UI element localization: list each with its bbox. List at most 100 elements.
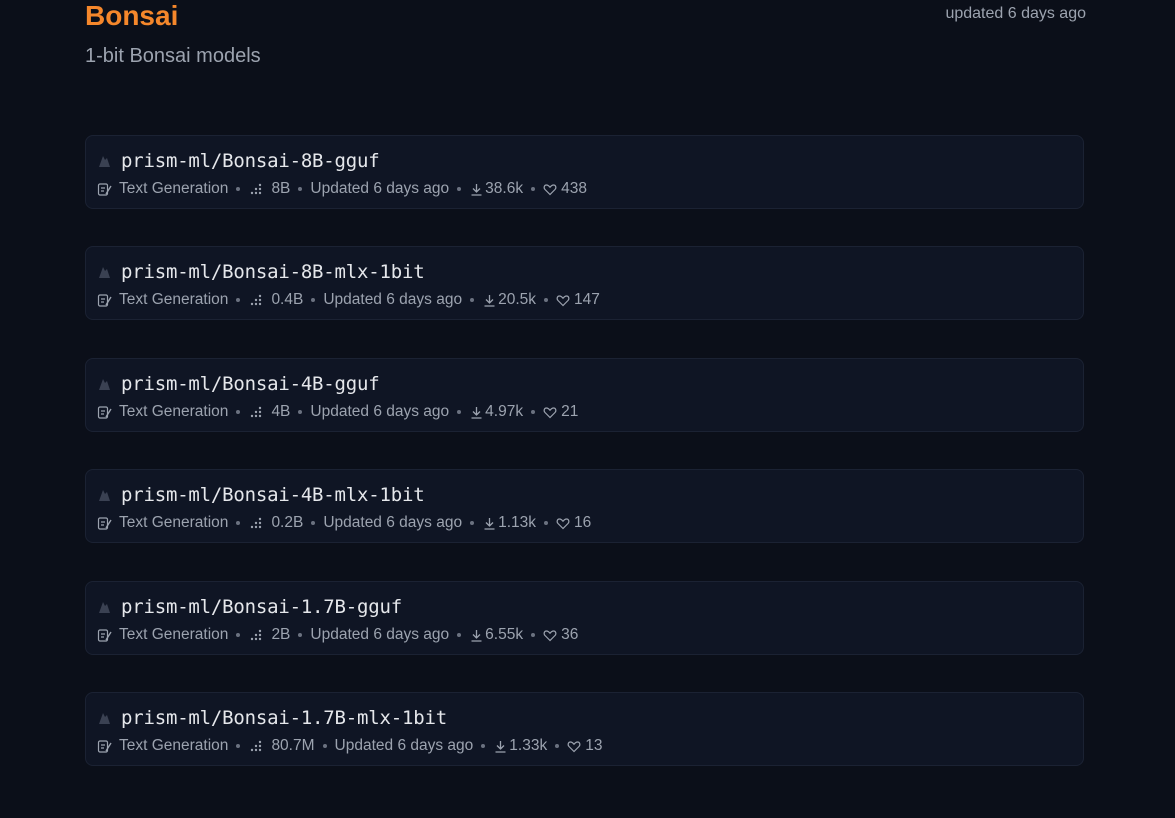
model-card[interactable]: prism-ml/Bonsai-4B-mlx-1bit Text Generat… xyxy=(85,469,1084,543)
separator-dot xyxy=(544,521,548,525)
separator-dot xyxy=(531,410,536,414)
collection-updated: updated 6 days ago xyxy=(945,5,1086,22)
separator-dot xyxy=(298,187,303,191)
updated-label: Updated 6 days ago xyxy=(310,626,450,643)
updated-label: Updated 6 days ago xyxy=(323,514,463,531)
separator-dot xyxy=(531,187,536,191)
org-avatar-icon xyxy=(96,153,112,169)
text-generation-icon xyxy=(96,292,112,308)
parameters-icon xyxy=(248,292,264,308)
likes-count: 21 xyxy=(561,403,579,420)
params-label: 0.4B xyxy=(271,291,304,308)
model-name[interactable]: prism-ml/Bonsai-8B-mlx-1bit xyxy=(121,261,425,283)
heart-icon[interactable] xyxy=(567,739,581,753)
text-generation-icon xyxy=(96,738,112,754)
separator-dot xyxy=(470,298,475,302)
separator-dot xyxy=(470,521,475,525)
updated-label: Updated 6 days ago xyxy=(310,180,450,197)
separator-dot xyxy=(236,521,241,525)
model-card[interactable]: prism-ml/Bonsai-8B-gguf Text Generation … xyxy=(85,135,1084,209)
text-generation-icon xyxy=(96,181,112,197)
text-generation-icon xyxy=(96,404,112,420)
task-label: Text Generation xyxy=(119,403,229,420)
parameters-icon xyxy=(248,404,264,420)
params-label: 4B xyxy=(271,403,291,420)
parameters-icon xyxy=(248,738,264,754)
parameters-icon xyxy=(248,627,264,643)
downloads-count: 20.5k xyxy=(498,291,536,308)
collection-subtitle: 1-bit Bonsai models xyxy=(85,45,261,67)
separator-dot xyxy=(236,187,241,191)
task-label: Text Generation xyxy=(119,514,229,531)
collection-title: Bonsai xyxy=(85,0,179,31)
model-name[interactable]: prism-ml/Bonsai-8B-gguf xyxy=(121,150,380,172)
params-label: 0.2B xyxy=(271,514,304,531)
text-generation-icon xyxy=(96,627,112,643)
likes-count: 16 xyxy=(574,514,592,531)
download-icon xyxy=(469,405,483,419)
separator-dot xyxy=(311,298,316,302)
likes-count: 13 xyxy=(585,737,603,754)
separator-dot xyxy=(236,298,241,302)
text-generation-icon xyxy=(96,515,112,531)
model-name[interactable]: prism-ml/Bonsai-1.7B-mlx-1bit xyxy=(121,707,447,729)
download-icon xyxy=(469,628,483,642)
model-name[interactable]: prism-ml/Bonsai-1.7B-gguf xyxy=(121,596,402,618)
params-label: 80.7M xyxy=(271,737,315,754)
collection-page: Bonsai updated 6 days ago 1-bit Bonsai m… xyxy=(0,0,1175,818)
updated-label: Updated 6 days ago xyxy=(310,403,450,420)
separator-dot xyxy=(236,744,241,748)
separator-dot xyxy=(298,410,303,414)
separator-dot xyxy=(236,633,241,637)
separator-dot xyxy=(236,410,241,414)
model-card[interactable]: prism-ml/Bonsai-1.7B-gguf Text Generatio… xyxy=(85,581,1084,655)
org-avatar-icon xyxy=(96,264,112,280)
downloads-count: 4.97k xyxy=(485,403,524,420)
separator-dot xyxy=(531,633,536,637)
parameters-icon xyxy=(248,515,264,531)
task-label: Text Generation xyxy=(119,180,229,197)
org-avatar-icon xyxy=(96,599,112,615)
separator-dot xyxy=(311,521,316,525)
downloads-count: 1.13k xyxy=(498,514,536,531)
separator-dot xyxy=(544,298,548,302)
download-icon xyxy=(469,182,483,196)
download-icon xyxy=(493,739,507,753)
heart-icon[interactable] xyxy=(543,182,557,196)
model-name[interactable]: prism-ml/Bonsai-4B-mlx-1bit xyxy=(121,484,425,506)
updated-label: Updated 6 days ago xyxy=(334,737,474,754)
org-avatar-icon xyxy=(96,710,112,726)
updated-label: Updated 6 days ago xyxy=(323,291,463,308)
params-label: 8B xyxy=(271,180,291,197)
likes-count: 147 xyxy=(574,291,600,308)
model-card[interactable]: prism-ml/Bonsai-1.7B-mlx-1bit Text Gener… xyxy=(85,692,1084,766)
download-icon xyxy=(482,293,496,307)
separator-dot xyxy=(457,410,462,414)
task-label: Text Generation xyxy=(119,291,229,308)
likes-count: 438 xyxy=(561,180,587,197)
heart-icon[interactable] xyxy=(543,405,557,419)
parameters-icon xyxy=(248,181,264,197)
org-avatar-icon xyxy=(96,487,112,503)
download-icon xyxy=(482,516,496,530)
separator-dot xyxy=(322,744,327,748)
model-card[interactable]: prism-ml/Bonsai-4B-gguf Text Generation … xyxy=(85,358,1084,432)
heart-icon[interactable] xyxy=(543,628,557,642)
separator-dot xyxy=(481,744,486,748)
separator-dot xyxy=(298,633,303,637)
separator-dot xyxy=(457,187,462,191)
downloads-count: 6.55k xyxy=(485,626,524,643)
model-name[interactable]: prism-ml/Bonsai-4B-gguf xyxy=(121,373,380,395)
heart-icon[interactable] xyxy=(556,516,570,530)
org-avatar-icon xyxy=(96,376,112,392)
heart-icon[interactable] xyxy=(556,293,570,307)
task-label: Text Generation xyxy=(119,626,229,643)
model-card[interactable]: prism-ml/Bonsai-8B-mlx-1bit Text Generat… xyxy=(85,246,1084,320)
downloads-count: 38.6k xyxy=(485,180,524,197)
downloads-count: 1.33k xyxy=(509,737,548,754)
params-label: 2B xyxy=(271,626,291,643)
task-label: Text Generation xyxy=(119,737,229,754)
separator-dot xyxy=(555,744,560,748)
separator-dot xyxy=(457,633,462,637)
likes-count: 36 xyxy=(561,626,579,643)
